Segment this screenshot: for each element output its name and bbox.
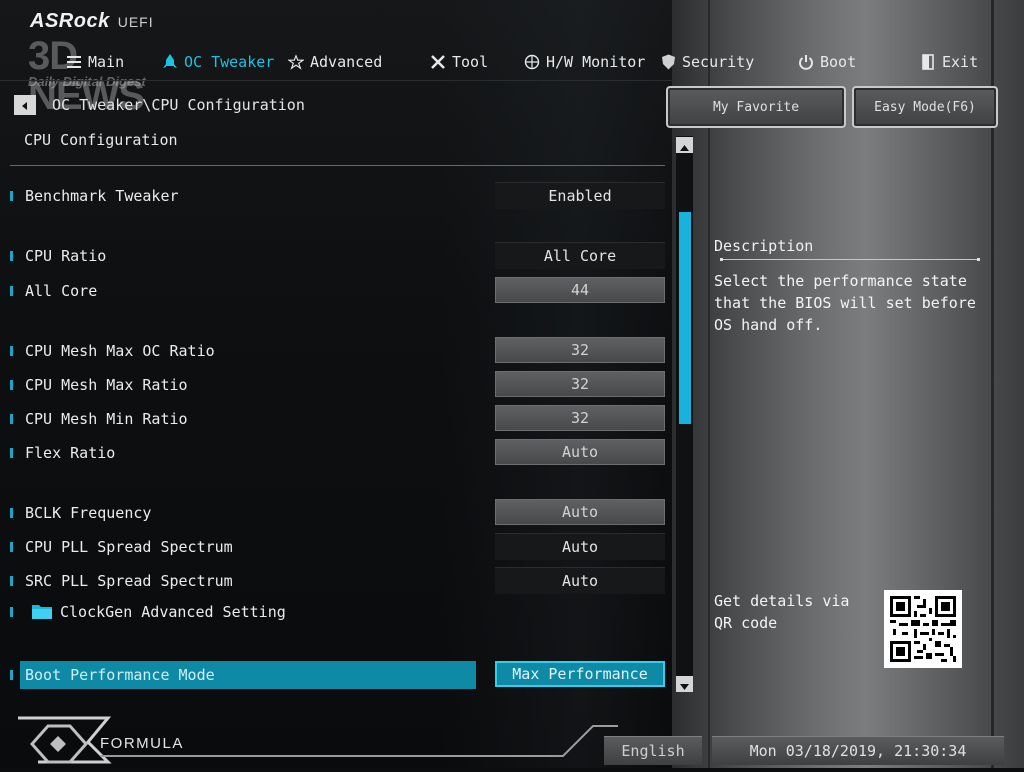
watermark-tagline: Daily Digital Digest: [28, 74, 146, 89]
setting-label: Benchmark Tweaker: [25, 187, 179, 205]
power-icon: [798, 54, 814, 70]
tab-oc-tweaker[interactable]: OC Tweaker: [162, 50, 274, 74]
page-title: CPU Configuration: [24, 131, 178, 149]
setting-row-cpu-mesh-max-ratio: CPU Mesh Max Ratio 32: [10, 371, 665, 399]
setting-row-boot-performance-mode[interactable]: Boot Performance Mode Max Performance: [10, 661, 665, 689]
setting-row-cpu-pll-spread-spectrum: CPU PLL Spread Spectrum Auto: [10, 533, 665, 561]
shield-icon: [660, 54, 676, 70]
datetime-display: Mon 03/18/2019, 21:30:34: [712, 736, 1004, 765]
tab-advanced[interactable]: Advanced: [288, 50, 382, 74]
tab-boot[interactable]: Boot: [798, 50, 856, 74]
row-marker: [10, 191, 13, 201]
back-button[interactable]: [14, 95, 36, 115]
row-marker: [10, 670, 13, 680]
qr-code: [884, 590, 962, 668]
tab-exit-label: Exit: [942, 53, 979, 71]
tab-exit[interactable]: Exit: [920, 50, 978, 74]
benchmark-tweaker-select[interactable]: Enabled: [495, 182, 665, 209]
top-nav: Main OC Tweaker Advanced Tool H/W Monito…: [0, 50, 1024, 74]
tab-hw-monitor[interactable]: H/W Monitor: [524, 50, 645, 74]
list-icon: [66, 54, 82, 70]
setting-label: CPU Mesh Min Ratio: [25, 410, 188, 428]
scroll-up-button[interactable]: [676, 137, 693, 153]
tab-hw-monitor-label: H/W Monitor: [546, 53, 646, 71]
title-divider: [10, 165, 665, 166]
setting-label: All Core: [25, 282, 98, 300]
setting-row-src-pll-spread-spectrum: SRC PLL Spread Spectrum Auto: [10, 567, 665, 595]
setting-row-cpu-mesh-max-oc-ratio: CPU Mesh Max OC Ratio 32: [10, 337, 665, 365]
star-icon: [288, 54, 304, 70]
uefi-label: UEFI: [117, 14, 154, 30]
scroll-down-button[interactable]: [676, 676, 693, 692]
setting-label: Flex Ratio: [25, 444, 116, 462]
row-marker: [10, 576, 13, 586]
scrollbar-thumb[interactable]: [679, 212, 691, 424]
asrock-logo: ASRock: [30, 10, 110, 32]
tab-oc-tweaker-label: OC Tweaker: [184, 53, 275, 71]
row-marker: [10, 414, 13, 424]
row-marker: [10, 286, 13, 296]
setting-label: Boot Performance Mode: [25, 666, 215, 684]
tab-main[interactable]: Main: [66, 50, 124, 74]
tab-tool[interactable]: Tool: [430, 50, 488, 74]
row-marker: [10, 251, 13, 261]
arrow-left-icon: [20, 96, 30, 115]
crosshair-icon: [524, 54, 540, 70]
folder-icon: [32, 603, 52, 619]
rocket-icon: [162, 54, 178, 70]
setting-row-cpu-ratio: CPU Ratio All Core: [10, 242, 665, 270]
cpu-mesh-min-ratio-input[interactable]: 32: [495, 405, 665, 431]
clockgen-advanced-setting-link[interactable]: ClockGen Advanced Setting: [10, 598, 665, 626]
setting-label: CPU Ratio: [25, 247, 107, 265]
setting-label: ClockGen Advanced Setting: [60, 603, 286, 621]
language-button[interactable]: English: [604, 736, 702, 765]
setting-row-benchmark-tweaker: Benchmark Tweaker Enabled: [10, 182, 665, 210]
setting-label: CPU PLL Spread Spectrum: [25, 538, 233, 556]
nav-divider: [0, 80, 672, 81]
setting-row-all-core: All Core 44: [10, 277, 665, 305]
flex-ratio-input[interactable]: Auto: [495, 439, 665, 465]
arrow-down-icon: [680, 675, 689, 694]
cpu-pll-spread-spectrum-select[interactable]: Auto: [495, 533, 665, 560]
cpu-ratio-select[interactable]: All Core: [495, 242, 665, 269]
row-marker: [10, 508, 13, 518]
row-marker: [10, 380, 13, 390]
row-marker: [10, 448, 13, 458]
tab-advanced-label: Advanced: [310, 53, 383, 71]
arrow-up-icon: [680, 136, 689, 155]
tools-icon: [430, 54, 446, 70]
description-text: Select the performance state that the BI…: [714, 272, 976, 334]
tab-boot-label: Boot: [820, 53, 857, 71]
all-core-input[interactable]: 44: [495, 277, 665, 303]
bclk-frequency-input[interactable]: Auto: [495, 499, 665, 525]
row-marker: [10, 542, 13, 552]
breadcrumb: OC Tweaker\CPU Configuration: [52, 96, 305, 114]
setting-label: CPU Mesh Max OC Ratio: [25, 342, 215, 360]
setting-row-flex-ratio: Flex Ratio Auto: [10, 439, 665, 467]
setting-label: SRC PLL Spread Spectrum: [25, 572, 233, 590]
setting-row-cpu-mesh-min-ratio: CPU Mesh Min Ratio 32: [10, 405, 665, 433]
formula-wordmark: FORMULA: [100, 735, 184, 752]
cpu-mesh-max-ratio-input[interactable]: 32: [495, 371, 665, 397]
setting-label: CPU Mesh Max Ratio: [25, 376, 188, 394]
my-favorite-button[interactable]: My Favorite: [666, 86, 846, 128]
tab-tool-label: Tool: [452, 53, 489, 71]
row-marker: [10, 346, 13, 356]
description-title: Description: [714, 237, 814, 255]
tab-main-label: Main: [88, 53, 125, 71]
description-divider: [720, 258, 980, 261]
boot-performance-mode-select[interactable]: Max Performance: [495, 661, 665, 687]
row-marker: [10, 607, 13, 617]
tab-security-label: Security: [682, 53, 755, 71]
easy-mode-button[interactable]: Easy Mode(F6): [852, 86, 998, 128]
qr-caption: Get details via QR code: [714, 592, 850, 632]
src-pll-spread-spectrum-select[interactable]: Auto: [495, 567, 665, 594]
cpu-mesh-max-oc-ratio-input[interactable]: 32: [495, 337, 665, 363]
setting-row-bclk-frequency: BCLK Frequency Auto: [10, 499, 665, 527]
exit-door-icon: [920, 54, 936, 70]
tab-security[interactable]: Security: [660, 50, 754, 74]
setting-label: BCLK Frequency: [25, 504, 152, 522]
